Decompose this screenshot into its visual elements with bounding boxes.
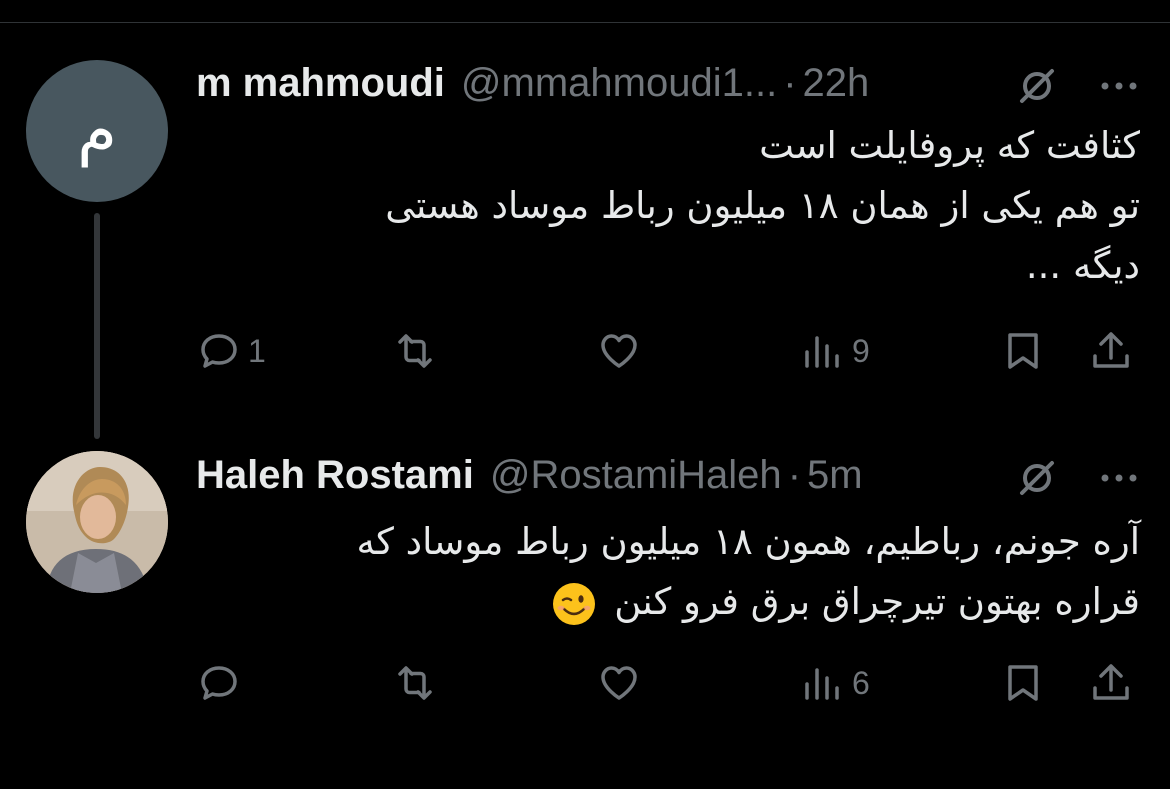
display-name[interactable]: m mahmoudi	[196, 61, 445, 106]
analytics-icon	[805, 668, 839, 700]
retweet-icon	[398, 666, 432, 700]
separator-dot: ·	[783, 60, 797, 105]
tweet-line: تو هم یکی از همان ۱۸ میلیون رباط موساد ه…	[385, 184, 1140, 227]
retweet-button[interactable]	[392, 326, 444, 376]
view-count: 6	[852, 664, 870, 701]
display-name[interactable]: Haleh Rostami	[196, 453, 474, 498]
grok-icon[interactable]	[1017, 66, 1057, 106]
like-button[interactable]	[596, 326, 648, 376]
reply-count: 1	[248, 332, 266, 369]
analytics-icon	[805, 336, 839, 368]
tweet-actions: 6	[196, 658, 1141, 708]
winking-face-icon	[552, 582, 595, 625]
tweet-line: دیگه ...	[1025, 244, 1140, 287]
bookmark-button[interactable]	[1000, 326, 1046, 376]
avatar[interactable]: م	[26, 60, 168, 202]
tweet-text: کثافت که پروفایلت است تو هم یکی از همان …	[385, 116, 1140, 296]
timestamp[interactable]: 5m	[807, 453, 863, 498]
tweet-line: کثافت که پروفایلت است	[759, 124, 1140, 167]
avatar[interactable]	[26, 451, 168, 593]
tweet-line: آره جونم، رباطیم، همون ۱۸ میلیون رباط مو…	[356, 520, 1140, 563]
tweet-text: آره جونم، رباطیم، همون ۱۸ میلیون رباط مو…	[356, 512, 1140, 632]
user-handle[interactable]: @mmahmoudi1...	[461, 61, 777, 106]
grok-icon[interactable]	[1017, 458, 1057, 498]
share-icon	[1093, 664, 1129, 700]
tweet-line-with-emoji: قراره بهتون تیرچراق برق فرو کنن	[356, 572, 1140, 632]
like-button[interactable]	[596, 658, 648, 708]
share-button[interactable]	[1088, 658, 1134, 708]
heart-icon	[601, 334, 637, 368]
tweet-line: قراره بهتون تیرچراق برق فرو کنن	[614, 580, 1140, 623]
avatar-letter: م	[77, 94, 117, 168]
reply-icon	[201, 334, 237, 368]
view-count: 9	[852, 332, 870, 369]
timestamp[interactable]: 22h	[803, 61, 870, 106]
share-icon	[1093, 332, 1129, 368]
reply-button[interactable]	[196, 658, 248, 708]
bookmark-icon	[1008, 665, 1038, 701]
bookmark-icon	[1008, 333, 1038, 369]
thread-connector-line	[94, 213, 100, 439]
heart-icon	[601, 666, 637, 700]
views-button[interactable]: 9	[800, 326, 870, 376]
retweet-button[interactable]	[392, 658, 444, 708]
tweet-header: m mahmoudi @mmahmoudi1... · 22h	[196, 58, 1141, 108]
more-icon[interactable]	[1097, 458, 1141, 498]
top-divider	[0, 22, 1170, 23]
retweet-icon	[398, 334, 432, 368]
reply-icon	[201, 666, 237, 700]
tweet-header: Haleh Rostami @RostamiHaleh · 5m	[196, 450, 1141, 500]
user-handle[interactable]: @RostamiHaleh	[490, 453, 782, 498]
views-button[interactable]: 6	[800, 658, 870, 708]
more-icon[interactable]	[1097, 66, 1141, 106]
bookmark-button[interactable]	[1000, 658, 1046, 708]
profile-photo	[26, 451, 168, 593]
share-button[interactable]	[1088, 326, 1134, 376]
reply-button[interactable]: 1	[196, 326, 266, 376]
separator-dot: ·	[787, 452, 802, 497]
tweet-actions: 1 9	[196, 326, 1141, 376]
